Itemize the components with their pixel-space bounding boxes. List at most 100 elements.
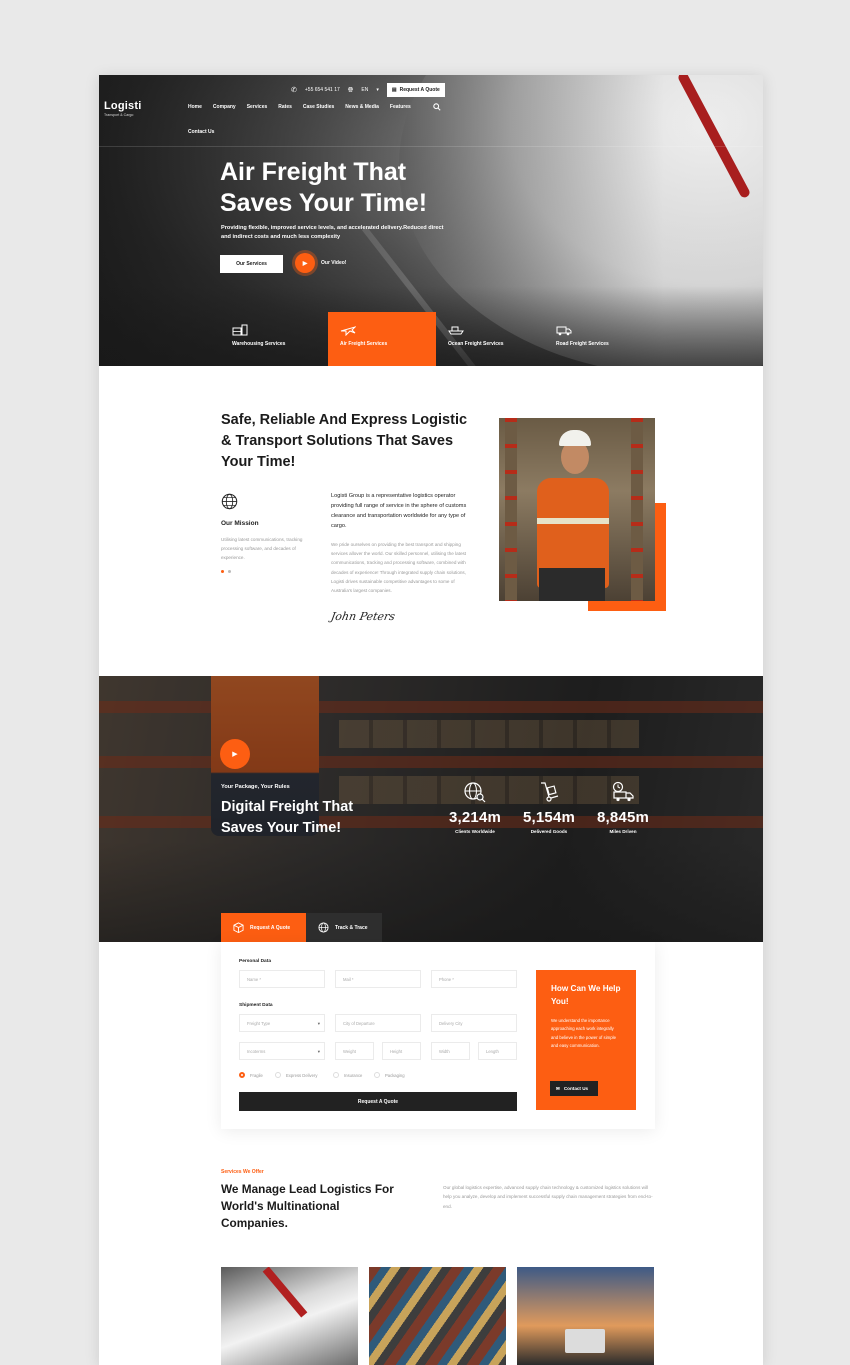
radio [374, 1072, 380, 1078]
hero-title: Air Freight That Saves Your Time! [220, 158, 428, 217]
signature: John Peters [329, 610, 397, 623]
service-image-road[interactable] [517, 1267, 654, 1365]
carousel-dot[interactable] [221, 570, 224, 573]
hero-section: ✆ +55 654 541 17 🌐︎ EN ▾ ▤ Request A Quo… [99, 75, 763, 366]
document-icon: ▤ [391, 87, 397, 93]
truck-icon [556, 326, 572, 336]
name-field[interactable]: Name * [239, 970, 325, 988]
tab-warehousing[interactable]: Warehousing Services [220, 312, 328, 366]
city-departure-field[interactable]: City of Departure [335, 1014, 421, 1032]
help-title: How Can We Help You! [551, 984, 621, 1006]
delivery-truck-icon [612, 781, 634, 802]
help-box: How Can We Help You! We understand the i… [536, 970, 636, 1110]
warehouse-icon [232, 324, 248, 336]
globe-icon: 🌐︎ [347, 86, 354, 94]
radio [333, 1072, 339, 1078]
help-text: We understand the importance approaching… [551, 1018, 616, 1049]
nav-home[interactable]: Home [188, 104, 202, 110]
mission-title: Our Mission [221, 520, 259, 527]
weight-field[interactable]: Weight [335, 1042, 374, 1060]
service-tabs: Warehousing Services Air Freight Service… [220, 312, 652, 366]
warehouse-worker-image [499, 418, 655, 601]
tab-track-trace[interactable]: Track & Trace [306, 913, 382, 942]
stat-clients: 3,214m Clients Worldwide [440, 781, 510, 834]
submit-quote-button[interactable]: Request A Quote [239, 1092, 517, 1111]
stat-value: 3,214m [448, 809, 502, 826]
about-body: We pride ourselves on providing the best… [331, 542, 467, 594]
phone-number[interactable]: +55 654 541 17 [305, 87, 340, 93]
our-services-button[interactable]: Our Services [220, 255, 283, 273]
phone-icon: ✆ [291, 86, 297, 94]
nav-company[interactable]: Company [213, 104, 236, 110]
carousel-dot[interactable] [228, 570, 231, 573]
stat-label: Delivered Goods [530, 829, 568, 834]
radio [275, 1072, 281, 1078]
phone-field[interactable]: Phone * [431, 970, 517, 988]
height-field[interactable]: Height [382, 1042, 421, 1060]
nav-contact[interactable]: Contact Us [188, 129, 214, 135]
option-packaging[interactable]: Packaging [374, 1072, 405, 1078]
video-button[interactable]: ▶ Our Video! [295, 253, 346, 273]
stat-delivered: 5,154m Delivered Goods [514, 781, 584, 834]
website-page: ✆ +55 654 541 17 🌐︎ EN ▾ ▤ Request A Quo… [99, 75, 763, 1365]
nav-rates[interactable]: Rates [278, 104, 292, 110]
offer-kicker: Services We Offer [221, 1169, 264, 1175]
band-title: Digital Freight That Saves Your Time! [221, 799, 354, 836]
form-tabs: Request A Quote Track & Trace [221, 913, 382, 942]
width-field[interactable]: Width [431, 1042, 470, 1060]
search-icon[interactable] [433, 103, 441, 111]
chevron-down-icon: ▾ [317, 1049, 320, 1054]
logo[interactable]: Logisti Transport & Cargo [104, 100, 141, 117]
play-video-button[interactable]: ▶ [220, 739, 250, 769]
nav-features[interactable]: Features [390, 104, 411, 110]
chevron-down-icon: ▾ [376, 87, 379, 93]
tab-road-freight[interactable]: Road Freight Services [544, 312, 652, 366]
stat-miles: 8,845m Miles Driven [588, 781, 658, 834]
globe-search-icon [464, 782, 486, 803]
contact-us-button[interactable]: ✉ Contact Us [550, 1081, 598, 1096]
logo-tagline: Transport & Cargo [104, 113, 134, 117]
tab-ocean-freight[interactable]: Ocean Freight Services [436, 312, 544, 366]
option-express[interactable]: Express Delivery [275, 1072, 317, 1078]
play-icon: ▶ [232, 751, 238, 758]
hand-truck-icon [541, 782, 559, 802]
language-select[interactable]: EN [361, 87, 368, 93]
stat-label: Clients Worldwide [455, 829, 495, 834]
tab-request-quote[interactable]: Request A Quote [221, 913, 306, 942]
stat-value: 8,845m [596, 809, 650, 826]
mail-field[interactable]: Mail * [335, 970, 421, 988]
service-image-containers[interactable] [369, 1267, 506, 1365]
stat-value: 5,154m [522, 809, 576, 826]
offer-title: We Manage Lead Logistics For World's Mul… [221, 1182, 394, 1230]
freight-type-select[interactable]: Freight Type ▾ [239, 1014, 325, 1032]
globe-icon [318, 922, 329, 933]
logo-name: Logisti [104, 100, 142, 112]
band-kicker: Your Package, Your Rules [221, 784, 290, 790]
nav-case-studies[interactable]: Case Studies [303, 104, 334, 110]
nav-news-media[interactable]: News & Media [345, 104, 379, 110]
main-nav: Home Company Services Rates Case Studies… [188, 104, 438, 135]
about-title: Safe, Reliable And Express Logistic & Tr… [221, 412, 468, 470]
radio-selected [239, 1072, 245, 1078]
plane-icon [340, 326, 356, 336]
personal-data-label: Personal Data [239, 959, 271, 964]
option-insurance[interactable]: Insurance [333, 1072, 362, 1078]
mission-text: Utilising latest communications, trackin… [221, 537, 303, 560]
delivery-city-field[interactable]: Delivery City [431, 1014, 517, 1032]
about-lead: Logisti Group is a representative logist… [331, 493, 467, 529]
carousel-dots [221, 570, 231, 573]
option-fragile[interactable]: Fragile [239, 1072, 263, 1078]
shipment-data-label: Shipment Data [239, 1003, 273, 1008]
service-image-air[interactable] [221, 1267, 358, 1365]
length-field[interactable]: Length [478, 1042, 517, 1060]
play-icon: ▶ [295, 253, 315, 273]
chevron-down-icon: ▾ [317, 1021, 320, 1026]
box-icon [233, 922, 244, 933]
incoterms-select[interactable]: Incoterms ▾ [239, 1042, 325, 1060]
request-quote-button[interactable]: ▤ Request A Quote [386, 83, 445, 97]
tab-air-freight[interactable]: Air Freight Services [328, 312, 436, 366]
stat-label: Miles Driven [609, 829, 637, 834]
ship-icon [448, 326, 464, 335]
nav-services[interactable]: Services [247, 104, 268, 110]
top-bar: ✆ +55 654 541 17 🌐︎ EN ▾ ▤ Request A Quo… [291, 83, 445, 97]
